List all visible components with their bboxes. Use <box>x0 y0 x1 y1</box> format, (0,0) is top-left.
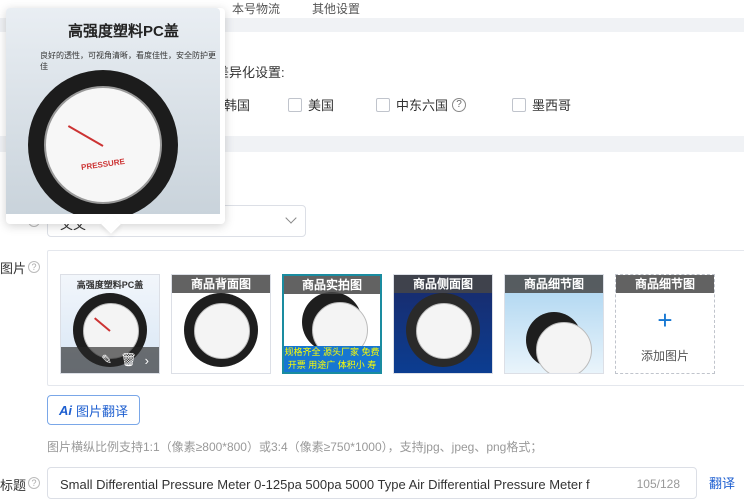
image-slot-detail[interactable]: 商品细节图 <box>504 274 604 374</box>
checkbox[interactable] <box>288 97 302 112</box>
image-slot-tag: 商品细节图 <box>616 275 714 293</box>
tab-other-settings[interactable]: 其他设置 <box>312 0 360 17</box>
images-label: 图片 <box>0 261 27 276</box>
country-label: 墨西哥 <box>532 98 572 113</box>
preview-subtitle: 良好的透性，可视角清晰，看度佳性，安全防护更佳 <box>40 51 216 71</box>
title-input[interactable]: Small Differential Pressure Meter 0-125p… <box>47 467 697 499</box>
tab-logistics[interactable]: 本号物流 <box>232 0 280 17</box>
chevron-down-icon <box>285 212 297 224</box>
title-value: Small Differential Pressure Meter 0-125p… <box>60 477 590 492</box>
translate-link[interactable]: 翻译 <box>709 473 735 492</box>
image-slot-side[interactable]: 商品侧面图 <box>393 274 493 374</box>
edit-icon[interactable]: ✎ <box>101 352 112 368</box>
country-usa[interactable]: 美国 <box>288 95 334 114</box>
country-middle-east[interactable]: 中东六国 ? <box>376 95 467 114</box>
image-banner: 规格齐全 源头厂家 免费开票 用途广 体积小 寿命长 <box>284 346 380 372</box>
image-slot-tag: 商品背面图 <box>172 275 270 293</box>
add-image-button[interactable]: 商品细节图 + 添加图片 <box>615 274 715 374</box>
image-hint: 图片横纵比例支持1:1（像素≥800*800）或3:4（像素≥750*1000）… <box>47 440 543 454</box>
gauge-image <box>302 292 368 359</box>
country-mexico[interactable]: 墨西哥 <box>512 95 571 114</box>
checkbox[interactable] <box>376 97 390 112</box>
country-label: 韩国 <box>224 98 251 113</box>
image-slot-back[interactable]: 商品背面图 <box>171 274 271 374</box>
char-counter: 105/128 <box>636 477 680 491</box>
more-icon[interactable]: › <box>145 353 149 368</box>
checkbox[interactable] <box>512 97 526 112</box>
image-slot-tag: 商品细节图 <box>505 275 603 293</box>
help-icon[interactable]: ? <box>28 477 40 489</box>
preview-title: 高强度塑料PC盖 <box>68 23 179 40</box>
help-icon[interactable]: ? <box>28 261 40 273</box>
gauge-image <box>526 311 592 373</box>
add-image-label: 添加图片 <box>640 349 689 363</box>
gauge-image <box>406 292 480 367</box>
ai-icon: Ai <box>58 402 72 418</box>
preview-image: 高强度塑料PC盖 良好的透性，可视角清晰，看度佳性，安全防护更佳 PRESSUR… <box>6 8 220 214</box>
country-label: 中东六国 <box>396 98 449 113</box>
plus-icon: + <box>657 305 673 335</box>
help-icon[interactable]: ? <box>452 97 467 112</box>
image-slot-photo[interactable]: 商品实拍图 规格齐全 源头厂家 免费开票 用途广 体积小 寿命长 <box>282 274 382 374</box>
image-translate-label: 图片翻译 <box>75 403 128 419</box>
gauge-image <box>184 292 258 367</box>
image-slot-main[interactable]: 高强度塑料PC盖 ✎ 🗑 › <box>60 274 160 374</box>
image-slot-tag: 商品实拍图 <box>284 276 380 294</box>
diff-settings-label: 差异化设置: <box>216 65 285 80</box>
country-label: 美国 <box>308 98 335 113</box>
country-korea[interactable]: 韩国 <box>224 95 250 114</box>
image-translate-button[interactable]: Ai 图片翻译 <box>47 395 140 425</box>
image-preview-popover: 高强度塑料PC盖 良好的透性，可视角清晰，看度佳性，安全防护更佳 PRESSUR… <box>6 8 225 234</box>
title-label: 标题 <box>0 478 27 493</box>
delete-icon[interactable]: 🗑 <box>120 352 137 368</box>
image-actions: ✎ 🗑 › <box>61 347 159 373</box>
image-slot-tag: 商品侧面图 <box>394 275 492 293</box>
image-caption: 高强度塑料PC盖 <box>76 280 144 290</box>
